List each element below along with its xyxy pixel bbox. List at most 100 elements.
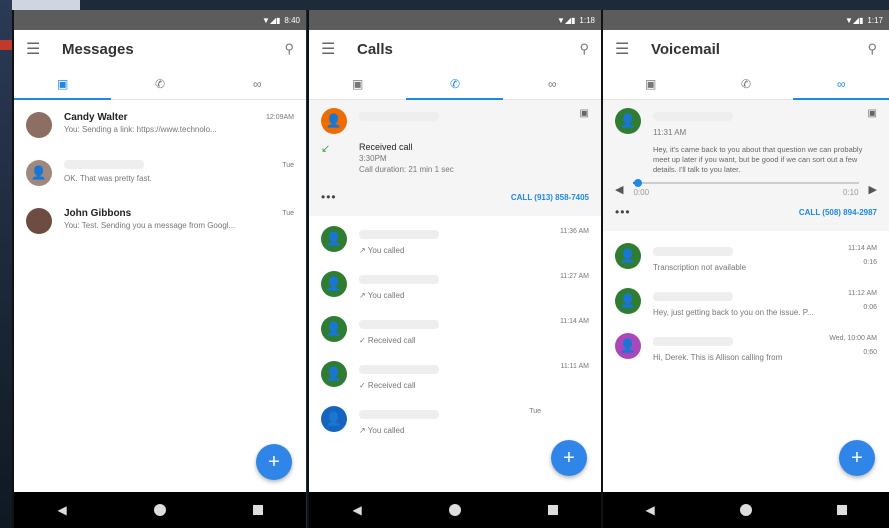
redacted-name [359, 410, 439, 419]
call-item-expanded[interactable]: 👤 ▣ [309, 100, 601, 142]
tab-messages[interactable]: ▣ [603, 68, 698, 99]
play-icon[interactable]: ▶ [869, 183, 877, 196]
tab-calls[interactable]: ✆ [111, 68, 208, 99]
avatar: 👤 [321, 226, 347, 252]
call-actions: ••• CALL (913) 858-7405 [309, 182, 601, 212]
phone-icon: ✆ [449, 76, 461, 91]
call-item[interactable]: 👤 ↗ You called 11:36 AM [309, 218, 601, 263]
desktop-top-strip [0, 0, 80, 10]
tab-voicemail[interactable]: ∞ [504, 68, 601, 99]
contact-name: John Gibbons [64, 208, 132, 219]
redacted-name [359, 112, 439, 121]
voicemail-item-expanded[interactable]: 👤 11:31 AM ▣ [603, 100, 889, 145]
expanded-voicemail-card: 👤 11:31 AM ▣ Hey, it's came back to you … [603, 100, 889, 232]
audio-player: ◀ 0:00 0:10 ▶ [603, 174, 889, 197]
recents-icon[interactable] [836, 505, 847, 515]
voicemail-icon: ∞ [253, 76, 262, 91]
menu-icon[interactable]: ☰ [26, 39, 62, 59]
add-fab[interactable]: + [839, 440, 875, 476]
call-item[interactable]: 👤 ↗ You called 11:27 AM [309, 263, 601, 308]
back-icon[interactable]: ◀ [57, 503, 66, 517]
tab-voicemail[interactable]: ∞ [794, 68, 889, 99]
tab-indicator [14, 98, 112, 100]
contact-name: Candy Walter [64, 112, 128, 123]
home-icon[interactable] [739, 504, 752, 516]
phone-messages: ▼◢▮ 8:40 ☰ Messages ⚲ ▣ ✆ ∞ Candy Walter… [12, 10, 306, 528]
signal-icon: ▼◢▮ [261, 15, 281, 25]
call-back-button[interactable]: CALL (508) 894-2987 [799, 208, 877, 217]
search-icon[interactable]: ⚲ [867, 41, 877, 57]
menu-icon[interactable]: ☰ [321, 39, 357, 59]
compose-fab[interactable]: + [256, 444, 292, 480]
app-bar: ☰ Calls ⚲ [309, 30, 601, 68]
voicemail-actions: ••• CALL (508) 894-2987 [603, 197, 889, 227]
expanded-call-card: 👤 ▣ ↙ Received call 3:30PM Call duration… [309, 100, 601, 216]
conversation-item[interactable]: John Gibbons You: Test. Sending you a me… [14, 200, 306, 242]
message-icon: ▣ [56, 76, 69, 91]
back-icon[interactable]: ◀ [352, 503, 361, 517]
end-time: 0:10 [842, 188, 859, 198]
tab-voicemail[interactable]: ∞ [209, 68, 306, 99]
home-icon[interactable] [448, 504, 461, 516]
home-icon[interactable] [153, 504, 166, 516]
call-back-button[interactable]: CALL (913) 858-7405 [511, 193, 589, 202]
start-time: 0:00 [633, 188, 650, 198]
redacted-name [64, 160, 144, 169]
app-bar: ☰ Messages ⚲ [14, 30, 306, 68]
status-time: 1:18 [579, 15, 595, 25]
dialpad-fab[interactable]: + [551, 440, 587, 476]
voicemail-item[interactable]: 👤 Hi, Derek. This is Allison calling fro… [603, 325, 889, 370]
call-time: 11:14 AM [559, 318, 589, 325]
back-icon[interactable]: ◀ [645, 503, 654, 517]
message-snippet: OK. That was pretty fast. [64, 174, 152, 183]
redacted-name [653, 337, 733, 347]
search-icon[interactable]: ⚲ [284, 41, 294, 57]
message-time: 12:09AM [265, 114, 294, 121]
conversation-item[interactable]: Candy Walter You: Sending a link: https:… [14, 104, 306, 146]
voicemail-item[interactable]: 👤 Hey, just getting back to you on the i… [603, 280, 889, 325]
page-title: Calls [357, 40, 393, 58]
message-time: Tue [282, 162, 294, 169]
tab-messages[interactable]: ▣ [309, 68, 406, 99]
app-bar: ☰ Voicemail ⚲ [603, 30, 889, 68]
call-list: 👤 ▣ ↙ Received call 3:30PM Call duration… [309, 100, 601, 488]
voicemail-icon: ∞ [548, 76, 557, 91]
message-snippet: You: Sending a link: https://www.technol… [64, 125, 217, 134]
call-time: 3:30PM [359, 154, 387, 163]
tab-messages[interactable]: ▣ [14, 68, 111, 99]
avatar: 👤 [615, 243, 641, 270]
call-item[interactable]: 👤 ↗ You called Tue [309, 398, 601, 443]
speaker-icon[interactable]: ◀ [615, 183, 623, 196]
redacted-name [359, 320, 439, 329]
avatar: 👤 [615, 288, 641, 315]
recents-icon[interactable] [252, 505, 263, 515]
avatar: 👤 [321, 406, 347, 432]
avatar: 👤 [321, 361, 347, 387]
call-item[interactable]: 👤 ✓ Received call 11:14 AM [309, 308, 601, 353]
redacted-name [653, 292, 733, 302]
voicemail-duration: 0:16 [863, 259, 877, 267]
voicemail-list: 👤 11:31 AM ▣ Hey, it's came back to you … [603, 100, 889, 488]
search-icon[interactable]: ⚲ [579, 41, 589, 57]
tab-calls[interactable]: ✆ [406, 68, 503, 99]
message-icon[interactable]: ▣ [580, 108, 589, 134]
tab-bar: ▣ ✆ ∞ [14, 68, 306, 100]
more-icon[interactable]: ••• [615, 205, 631, 219]
menu-icon[interactable]: ☰ [615, 39, 651, 59]
message-icon: ▣ [351, 76, 364, 91]
call-item[interactable]: 👤 ✓ Received call 11:11 AM [309, 353, 601, 398]
call-details: ↙ Received call 3:30PM Call duration: 21… [309, 142, 601, 182]
more-icon[interactable]: ••• [321, 190, 337, 204]
avatar: 👤 [321, 108, 347, 134]
message-icon[interactable]: ▣ [868, 108, 877, 137]
call-status: ✓ Received call [359, 381, 416, 390]
conversation-item[interactable]: 👤 OK. That was pretty fast. Tue [14, 152, 306, 194]
avatar: 👤 [321, 271, 347, 297]
playback-progress[interactable] [633, 179, 859, 188]
recents-icon[interactable] [547, 505, 558, 515]
contact-name [64, 160, 294, 172]
phone-calls: ▼◢▮ 1:18 ☰ Calls ⚲ ▣ ✆ ∞ 👤 ▣ ↙ Received … [307, 10, 601, 528]
nav-bar: ◀ [309, 492, 601, 528]
voicemail-item[interactable]: 👤 Transcription not available 11:14 AM 0… [603, 235, 889, 280]
tab-calls[interactable]: ✆ [698, 68, 793, 99]
